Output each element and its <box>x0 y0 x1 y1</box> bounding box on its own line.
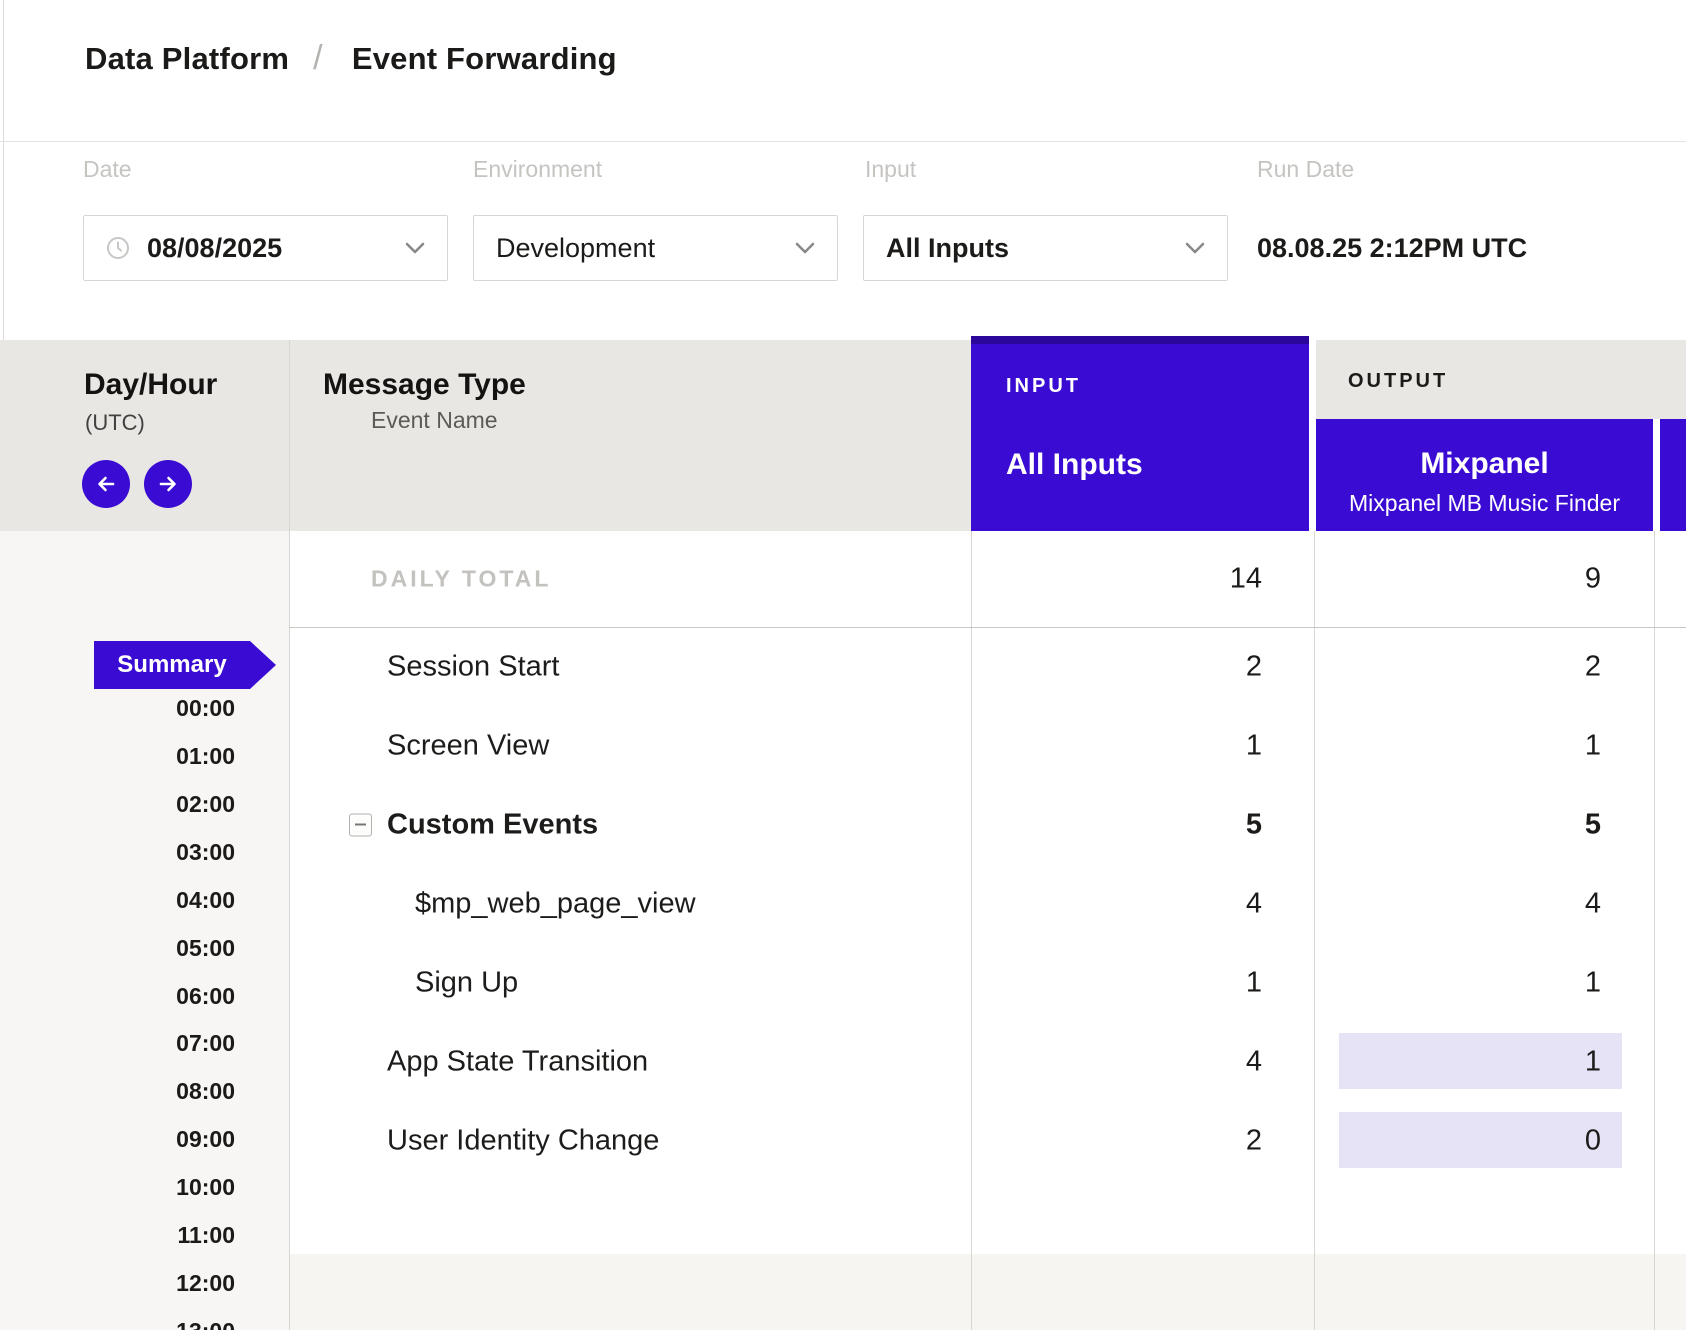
row-input-value: 2 <box>1246 650 1262 683</box>
input-filter-label: Input <box>865 156 916 183</box>
date-filter-label: Date <box>83 156 132 183</box>
clock-icon <box>106 236 130 260</box>
row-input-value: 1 <box>1246 966 1262 999</box>
daily-total-row: DAILY TOTAL 14 9 <box>289 531 1686 627</box>
row-input-value: 5 <box>1246 808 1262 841</box>
hour-label-07[interactable]: 07:00 <box>176 1029 235 1057</box>
chevron-down-icon <box>795 242 815 254</box>
table-row: $mp_web_page_view 4 4 <box>289 864 1686 943</box>
run-date-label: Run Date <box>1257 156 1354 183</box>
table-footer-band <box>290 1254 1686 1330</box>
previous-day-button[interactable] <box>82 460 130 508</box>
date-dropdown[interactable]: 08/08/2025 <box>83 215 448 281</box>
column-gap <box>1309 336 1316 531</box>
hour-label-12[interactable]: 12:00 <box>176 1269 235 1297</box>
hour-label-11[interactable]: 11:00 <box>177 1221 235 1249</box>
daily-total-output-value: 9 <box>1585 563 1601 596</box>
row-input-value: 4 <box>1246 887 1262 920</box>
input-column-header[interactable]: INPUT All Inputs <box>971 336 1309 531</box>
header-divider <box>0 141 1686 142</box>
input-group-label: INPUT <box>1006 375 1081 398</box>
hour-label-10[interactable]: 10:00 <box>176 1173 235 1201</box>
row-input-value: 4 <box>1246 1045 1262 1078</box>
day-hour-header: Day/Hour <box>84 368 217 402</box>
summary-tab-label: Summary <box>117 651 226 679</box>
hour-label-05[interactable]: 05:00 <box>176 934 235 962</box>
row-output-value: 0 <box>1585 1124 1601 1157</box>
row-output-value: 4 <box>1585 887 1601 920</box>
table-row: Session Start 2 2 <box>289 627 1686 706</box>
environment-value: Development <box>496 233 655 264</box>
input-header-accent <box>971 336 1309 344</box>
breadcrumb-separator: / <box>313 39 323 78</box>
row-label: App State Transition <box>387 1045 648 1078</box>
output-column-title: Mixpanel <box>1316 447 1653 481</box>
output-column-subtitle: Mixpanel MB Music Finder <box>1316 490 1653 517</box>
date-value: 08/08/2025 <box>147 233 282 264</box>
hour-label-06[interactable]: 06:00 <box>176 982 235 1010</box>
row-label: Session Start <box>387 650 559 683</box>
table-row: User Identity Change 2 0 <box>289 1101 1686 1180</box>
row-input-value: 1 <box>1246 729 1262 762</box>
breadcrumb: Data Platform / Event Forwarding <box>85 38 617 80</box>
page-title: Event Forwarding <box>352 41 617 77</box>
table-row: Custom Events 5 5 <box>289 785 1686 864</box>
chevron-down-icon <box>405 242 425 254</box>
row-label: Custom Events <box>387 808 598 841</box>
table-row: Sign Up 1 1 <box>289 943 1686 1022</box>
event-forwarding-page: Data Platform / Event Forwarding Date En… <box>0 0 1686 1330</box>
chevron-down-icon <box>1185 242 1205 254</box>
summary-tab[interactable]: Summary <box>94 641 250 689</box>
next-day-button[interactable] <box>144 460 192 508</box>
row-output-value: 5 <box>1585 808 1601 841</box>
row-output-value: 1 <box>1585 729 1601 762</box>
hour-label-01[interactable]: 01:00 <box>176 742 235 770</box>
row-output-value: 1 <box>1585 966 1601 999</box>
output-column-header-mixpanel[interactable]: Mixpanel Mixpanel MB Music Finder <box>1316 419 1653 531</box>
highlighted-cell <box>1339 1112 1622 1168</box>
output-group-label: OUTPUT <box>1348 370 1448 393</box>
hour-label-00[interactable]: 00:00 <box>176 694 235 722</box>
output-column-header-partial[interactable] <box>1660 419 1686 531</box>
hour-label-08[interactable]: 08:00 <box>176 1077 235 1105</box>
table-row: Screen View 1 1 <box>289 706 1686 785</box>
column-gap <box>1653 419 1660 531</box>
day-hour-timezone: (UTC) <box>85 410 145 436</box>
highlighted-cell <box>1339 1033 1622 1089</box>
message-type-header: Message Type <box>323 368 526 402</box>
hour-label-03[interactable]: 03:00 <box>176 838 235 866</box>
daily-total-input-value: 14 <box>1230 563 1262 596</box>
environment-dropdown[interactable]: Development <box>473 215 838 281</box>
row-output-value: 1 <box>1585 1045 1601 1078</box>
hour-label-13[interactable]: 13:00 <box>176 1317 235 1330</box>
row-output-value: 2 <box>1585 650 1601 683</box>
input-column-title: All Inputs <box>1006 448 1143 482</box>
breadcrumb-section[interactable]: Data Platform <box>85 41 289 77</box>
hour-label-09[interactable]: 09:00 <box>176 1125 235 1153</box>
day-hour-sidebar: Summary 00:00 01:00 02:00 03:00 04:00 05… <box>0 531 289 1330</box>
row-label: $mp_web_page_view <box>415 887 696 920</box>
collapse-icon[interactable] <box>349 813 372 836</box>
row-label: Screen View <box>387 729 549 762</box>
environment-filter-label: Environment <box>473 156 602 183</box>
daily-total-label: DAILY TOTAL <box>371 566 551 593</box>
input-dropdown[interactable]: All Inputs <box>863 215 1228 281</box>
row-input-value: 2 <box>1246 1124 1262 1157</box>
run-date-value: 08.08.25 2:12PM UTC <box>1257 215 1527 281</box>
row-label: User Identity Change <box>387 1124 659 1157</box>
hour-label-04[interactable]: 04:00 <box>176 886 235 914</box>
table-row: App State Transition 4 1 <box>289 1022 1686 1101</box>
hour-label-02[interactable]: 02:00 <box>176 790 235 818</box>
event-name-subheader: Event Name <box>371 407 498 434</box>
input-value: All Inputs <box>886 233 1009 264</box>
row-label: Sign Up <box>415 966 518 999</box>
